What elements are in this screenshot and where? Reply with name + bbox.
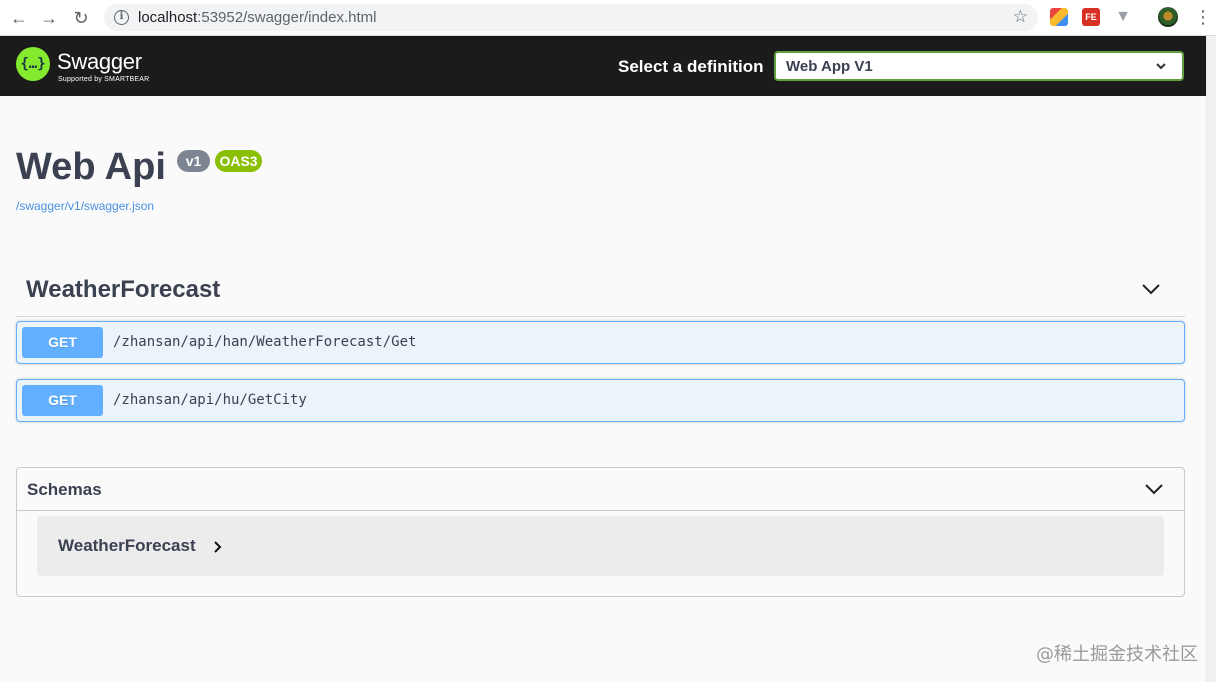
spec-json-link[interactable]: /swagger/v1/swagger.json [16, 199, 154, 213]
back-icon[interactable]: ← [8, 7, 30, 29]
swagger-logo-icon[interactable]: {…} [16, 47, 50, 81]
model-weatherforecast[interactable]: WeatherForecast [37, 516, 1164, 576]
extension-v-icon[interactable]: ▼ [1114, 8, 1132, 26]
chevron-down-icon [1156, 63, 1166, 70]
schemas-section: Schemas WeatherForecast [16, 467, 1185, 597]
smartbear-subtext: Supported by SMARTBEAR [58, 76, 150, 83]
scrollbar[interactable] [1206, 36, 1216, 682]
page-title: Web Api [16, 146, 166, 188]
url-text[interactable]: localhost:53952/swagger/index.html [138, 9, 376, 26]
definition-label: Select a definition [618, 57, 764, 76]
operation-path: /zhansan/api/hu/GetCity [113, 392, 307, 408]
tag-header-weatherforecast[interactable]: WeatherForecast [16, 270, 1185, 317]
browser-menu-icon[interactable]: ⋮ [1194, 6, 1212, 28]
swagger-logo-text[interactable]: Swagger [57, 49, 142, 75]
schemas-header[interactable]: Schemas [17, 468, 1184, 511]
info-icon[interactable]: i [114, 10, 129, 25]
model-name: WeatherForecast [58, 536, 196, 555]
browser-toolbar: ← → ↻ i localhost:53952/swagger/index.ht… [0, 0, 1216, 36]
url-path: :53952/swagger/index.html [197, 9, 377, 26]
forward-icon[interactable]: → [38, 7, 60, 29]
operation-path: /zhansan/api/han/WeatherForecast/Get [113, 334, 417, 350]
operation-get-city[interactable]: GET /zhansan/api/hu/GetCity [16, 379, 1185, 422]
schemas-title: Schemas [27, 480, 102, 499]
definition-select[interactable]: Web App V1 [774, 51, 1184, 81]
definition-select-value: Web App V1 [786, 58, 873, 75]
profile-avatar[interactable] [1158, 7, 1178, 27]
tag-name: WeatherForecast [26, 276, 221, 303]
reload-icon[interactable]: ↻ [70, 7, 92, 29]
version-badge: v1 [177, 150, 210, 172]
chevron-down-icon[interactable] [1144, 482, 1164, 496]
watermark: @稀土掘金技术社区 [1036, 644, 1198, 665]
operation-get-weatherforecast[interactable]: GET /zhansan/api/han/WeatherForecast/Get [16, 321, 1185, 364]
address-bar[interactable]: i localhost:53952/swagger/index.html ☆ [104, 4, 1038, 31]
chevron-right-icon[interactable] [213, 540, 223, 554]
chevron-down-icon[interactable] [1141, 282, 1161, 296]
url-host: localhost [138, 9, 198, 26]
extension-colorful-icon[interactable] [1050, 8, 1068, 26]
oas-badge: OAS3 [215, 150, 262, 172]
method-badge: GET [22, 327, 103, 358]
method-badge: GET [22, 385, 103, 416]
extension-fe-icon[interactable]: FE [1082, 8, 1100, 26]
swagger-topbar: {…} Swagger Supported by SMARTBEAR Selec… [0, 36, 1206, 96]
bookmark-star-icon[interactable]: ☆ [1013, 7, 1028, 27]
